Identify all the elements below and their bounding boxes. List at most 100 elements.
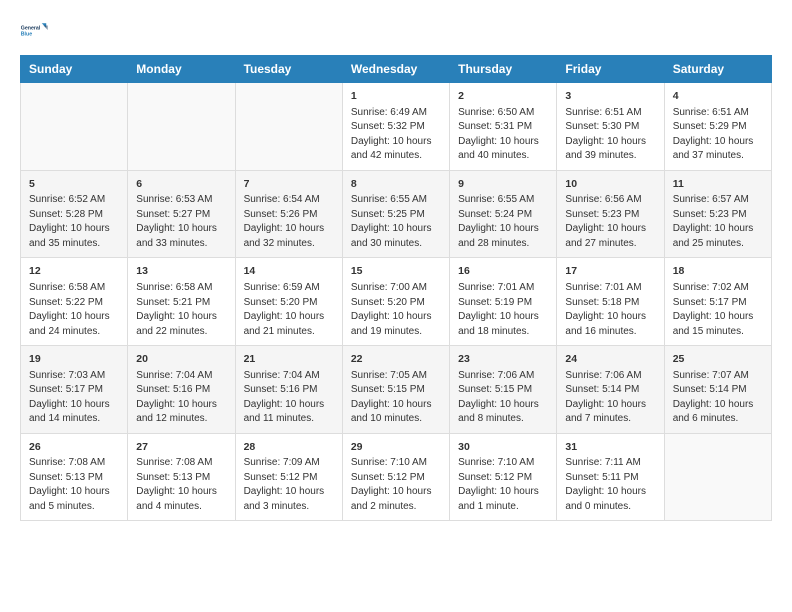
day-content: Sunrise: 6:50 AM Sunset: 5:31 PM Dayligh… xyxy=(458,106,548,164)
empty-day-cell xyxy=(664,433,771,521)
weekday-header-wednesday: Wednesday xyxy=(342,56,449,83)
day-content: Sunrise: 7:02 AM Sunset: 5:17 PM Dayligh… xyxy=(673,281,763,339)
day-content: Sunrise: 7:06 AM Sunset: 5:14 PM Dayligh… xyxy=(565,369,655,427)
day-content: Sunrise: 6:55 AM Sunset: 5:24 PM Dayligh… xyxy=(458,193,548,251)
day-content: Sunrise: 7:01 AM Sunset: 5:18 PM Dayligh… xyxy=(565,281,655,339)
calendar-day-7: 7Sunrise: 6:54 AM Sunset: 5:26 PM Daylig… xyxy=(235,170,342,258)
day-content: Sunrise: 6:52 AM Sunset: 5:28 PM Dayligh… xyxy=(29,193,119,251)
day-number: 22 xyxy=(351,352,441,367)
calendar-day-24: 24 Sunrise: 7:06 AM Sunset: 5:14 PM Dayli… xyxy=(557,346,664,434)
day-number: 11 xyxy=(673,177,763,192)
day-content: Sunrise: 6:55 AM Sunset: 5:25 PM Dayligh… xyxy=(351,193,441,251)
calendar-day-15: 15 Sunrise: 7:00 AM Sunset: 5:20 PM Dayli… xyxy=(342,258,449,346)
logo-icon: GeneralBlue xyxy=(20,15,50,45)
day-number: 2 xyxy=(458,89,548,104)
day-number: 25 xyxy=(673,352,763,367)
day-number: 15 xyxy=(351,264,441,279)
day-content: Sunrise: 6:51 AM Sunset: 5:30 PM Dayligh… xyxy=(565,106,655,164)
logo: GeneralBlue xyxy=(20,15,50,45)
day-number: 5 xyxy=(29,177,119,192)
calendar-day-31: 31Sunrise: 7:11 AM Sunset: 5:11 PM Dayli… xyxy=(557,433,664,521)
day-number: 8 xyxy=(351,177,441,192)
day-content: Sunrise: 7:11 AM Sunset: 5:11 PM Dayligh… xyxy=(565,456,655,514)
calendar-week-row: 1 Sunrise: 6:49 AM Sunset: 5:32 PM Daylig… xyxy=(21,83,772,171)
day-content: Sunrise: 7:08 AM Sunset: 5:13 PM Dayligh… xyxy=(136,456,226,514)
calendar-day-6: 6Sunrise: 6:53 AM Sunset: 5:27 PM Daylig… xyxy=(128,170,235,258)
day-number: 26 xyxy=(29,440,119,455)
svg-text:General: General xyxy=(21,25,41,31)
day-content: Sunrise: 7:05 AM Sunset: 5:15 PM Dayligh… xyxy=(351,369,441,427)
calendar-week-row: 26Sunrise: 7:08 AM Sunset: 5:13 PM Dayli… xyxy=(21,433,772,521)
day-number: 18 xyxy=(673,264,763,279)
calendar-day-4: 4Sunrise: 6:51 AM Sunset: 5:29 PM Daylig… xyxy=(664,83,771,171)
weekday-header-row: SundayMondayTuesdayWednesdayThursdayFrid… xyxy=(21,56,772,83)
day-content: Sunrise: 6:57 AM Sunset: 5:23 PM Dayligh… xyxy=(673,193,763,251)
day-content: Sunrise: 7:03 AM Sunset: 5:17 PM Dayligh… xyxy=(29,369,119,427)
calendar-day-21: 21 Sunrise: 7:04 AM Sunset: 5:16 PM Dayli… xyxy=(235,346,342,434)
day-number: 30 xyxy=(458,440,548,455)
page-header: GeneralBlue xyxy=(20,15,772,45)
calendar-day-23: 23Sunrise: 7:06 AM Sunset: 5:15 PM Dayli… xyxy=(450,346,557,434)
day-number: 17 xyxy=(565,264,655,279)
day-content: Sunrise: 7:10 AM Sunset: 5:12 PM Dayligh… xyxy=(351,456,441,514)
day-number: 24 xyxy=(565,352,655,367)
calendar-day-3: 3 Sunrise: 6:51 AM Sunset: 5:30 PM Daylig… xyxy=(557,83,664,171)
calendar-day-14: 14Sunrise: 6:59 AM Sunset: 5:20 PM Dayli… xyxy=(235,258,342,346)
day-content: Sunrise: 6:59 AM Sunset: 5:20 PM Dayligh… xyxy=(244,281,334,339)
calendar-day-13: 13 Sunrise: 6:58 AM Sunset: 5:21 PM Dayli… xyxy=(128,258,235,346)
calendar-day-9: 9Sunrise: 6:55 AM Sunset: 5:24 PM Daylig… xyxy=(450,170,557,258)
calendar-day-10: 10Sunrise: 6:56 AM Sunset: 5:23 PM Dayli… xyxy=(557,170,664,258)
calendar-day-2: 2 Sunrise: 6:50 AM Sunset: 5:31 PM Daylig… xyxy=(450,83,557,171)
empty-day-cell xyxy=(128,83,235,171)
svg-text:Blue: Blue xyxy=(21,31,32,37)
day-content: Sunrise: 7:04 AM Sunset: 5:16 PM Dayligh… xyxy=(244,369,334,427)
calendar-table: SundayMondayTuesdayWednesdayThursdayFrid… xyxy=(20,55,772,521)
weekday-header-monday: Monday xyxy=(128,56,235,83)
empty-day-cell xyxy=(21,83,128,171)
day-number: 31 xyxy=(565,440,655,455)
day-content: Sunrise: 7:10 AM Sunset: 5:12 PM Dayligh… xyxy=(458,456,548,514)
calendar-week-row: 12 Sunrise: 6:58 AM Sunset: 5:22 PM Dayli… xyxy=(21,258,772,346)
day-number: 13 xyxy=(136,264,226,279)
day-number: 12 xyxy=(29,264,119,279)
calendar-day-19: 19 Sunrise: 7:03 AM Sunset: 5:17 PM Dayli… xyxy=(21,346,128,434)
calendar-day-1: 1 Sunrise: 6:49 AM Sunset: 5:32 PM Daylig… xyxy=(342,83,449,171)
calendar-day-30: 30Sunrise: 7:10 AM Sunset: 5:12 PM Dayli… xyxy=(450,433,557,521)
calendar-day-29: 29Sunrise: 7:10 AM Sunset: 5:12 PM Dayli… xyxy=(342,433,449,521)
day-number: 29 xyxy=(351,440,441,455)
calendar-day-16: 16 Sunrise: 7:01 AM Sunset: 5:19 PM Dayli… xyxy=(450,258,557,346)
day-content: Sunrise: 6:53 AM Sunset: 5:27 PM Dayligh… xyxy=(136,193,226,251)
calendar-day-5: 5Sunrise: 6:52 AM Sunset: 5:28 PM Daylig… xyxy=(21,170,128,258)
calendar-day-8: 8Sunrise: 6:55 AM Sunset: 5:25 PM Daylig… xyxy=(342,170,449,258)
day-number: 23 xyxy=(458,352,548,367)
calendar-day-27: 27Sunrise: 7:08 AM Sunset: 5:13 PM Dayli… xyxy=(128,433,235,521)
calendar-week-row: 19 Sunrise: 7:03 AM Sunset: 5:17 PM Dayli… xyxy=(21,346,772,434)
day-content: Sunrise: 6:58 AM Sunset: 5:21 PM Dayligh… xyxy=(136,281,226,339)
day-number: 20 xyxy=(136,352,226,367)
calendar-week-row: 5Sunrise: 6:52 AM Sunset: 5:28 PM Daylig… xyxy=(21,170,772,258)
day-number: 16 xyxy=(458,264,548,279)
weekday-header-tuesday: Tuesday xyxy=(235,56,342,83)
day-content: Sunrise: 6:58 AM Sunset: 5:22 PM Dayligh… xyxy=(29,281,119,339)
day-number: 1 xyxy=(351,89,441,104)
day-number: 6 xyxy=(136,177,226,192)
day-number: 7 xyxy=(244,177,334,192)
day-content: Sunrise: 7:00 AM Sunset: 5:20 PM Dayligh… xyxy=(351,281,441,339)
calendar-day-25: 25Sunrise: 7:07 AM Sunset: 5:14 PM Dayli… xyxy=(664,346,771,434)
calendar-day-11: 11Sunrise: 6:57 AM Sunset: 5:23 PM Dayli… xyxy=(664,170,771,258)
day-content: Sunrise: 7:01 AM Sunset: 5:19 PM Dayligh… xyxy=(458,281,548,339)
day-number: 4 xyxy=(673,89,763,104)
day-number: 9 xyxy=(458,177,548,192)
weekday-header-thursday: Thursday xyxy=(450,56,557,83)
weekday-header-saturday: Saturday xyxy=(664,56,771,83)
day-content: Sunrise: 6:49 AM Sunset: 5:32 PM Dayligh… xyxy=(351,106,441,164)
day-number: 10 xyxy=(565,177,655,192)
day-number: 21 xyxy=(244,352,334,367)
weekday-header-friday: Friday xyxy=(557,56,664,83)
calendar-day-22: 22 Sunrise: 7:05 AM Sunset: 5:15 PM Dayli… xyxy=(342,346,449,434)
day-number: 19 xyxy=(29,352,119,367)
day-content: Sunrise: 7:08 AM Sunset: 5:13 PM Dayligh… xyxy=(29,456,119,514)
day-number: 27 xyxy=(136,440,226,455)
calendar-day-12: 12 Sunrise: 6:58 AM Sunset: 5:22 PM Dayli… xyxy=(21,258,128,346)
day-number: 3 xyxy=(565,89,655,104)
